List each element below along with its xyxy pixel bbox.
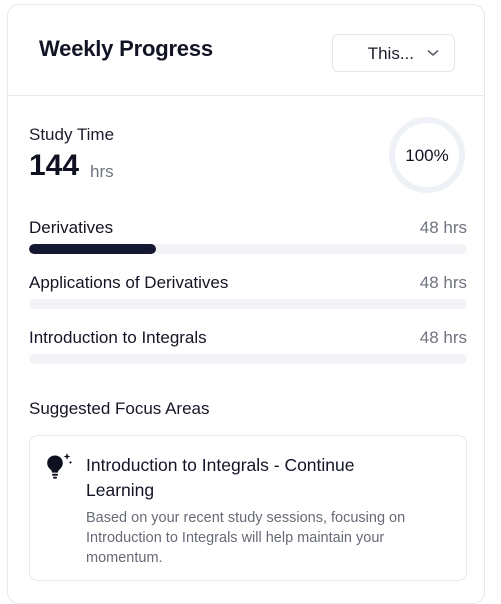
topic-name: Introduction to Integrals bbox=[29, 328, 207, 347]
topic-progress-bar bbox=[29, 354, 467, 364]
card-header: Weekly Progress This... bbox=[8, 5, 484, 96]
study-time-value: 144 bbox=[29, 149, 80, 182]
topic-row: Introduction to Integrals 48 hrs bbox=[29, 328, 467, 368]
topic-progress-bar bbox=[29, 299, 467, 309]
topic-progress-fill bbox=[29, 244, 157, 254]
topic-row: Applications of Derivatives 48 hrs bbox=[29, 273, 467, 313]
topic-name: Applications of Derivatives bbox=[29, 273, 229, 292]
focus-area-item[interactable]: Introduction to Integrals - Continue Lea… bbox=[29, 435, 467, 581]
study-time-unit: hrs bbox=[90, 162, 114, 181]
period-select[interactable]: This... bbox=[332, 34, 455, 72]
focus-area-description: Based on your recent study sessions, foc… bbox=[86, 510, 406, 566]
topic-row: Derivatives 48 hrs bbox=[29, 218, 467, 258]
topic-progress-bar bbox=[29, 244, 467, 254]
focus-area-title: Introduction to Integrals - Continue Lea… bbox=[86, 455, 355, 500]
completion-percent: 100% bbox=[405, 146, 449, 165]
topic-hours: 48 hrs bbox=[419, 218, 467, 237]
period-select-value: This... bbox=[367, 44, 414, 63]
chevron-down-icon bbox=[427, 50, 439, 56]
topic-hours: 48 hrs bbox=[419, 328, 467, 347]
lightbulb-sparkle-icon bbox=[47, 453, 73, 479]
topic-hours: 48 hrs bbox=[419, 273, 467, 292]
topic-name: Derivatives bbox=[29, 218, 114, 237]
weekly-progress-card: Weekly Progress This... Study Time 144 h… bbox=[7, 4, 485, 604]
study-time-label: Study Time bbox=[29, 125, 115, 144]
focus-areas-heading: Suggested Focus Areas bbox=[29, 399, 210, 418]
card-title: Weekly Progress bbox=[39, 36, 213, 61]
